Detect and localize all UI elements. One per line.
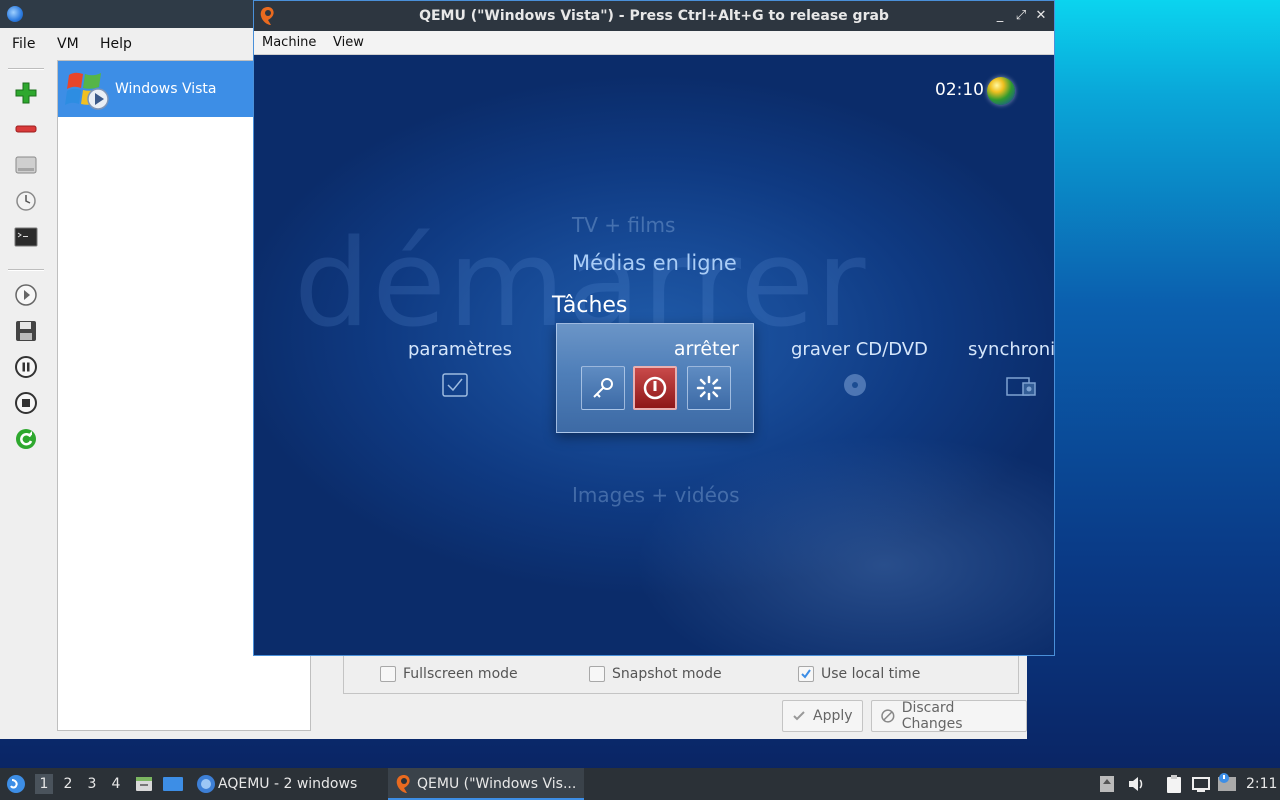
menu-medias-en-ligne[interactable]: Médias en ligne [572, 251, 737, 275]
vm-name: Windows Vista [115, 81, 217, 97]
maximize-button[interactable]: ⤢ [1014, 8, 1028, 23]
checkbox-box[interactable] [589, 666, 605, 682]
qemu-titlebar[interactable]: QEMU ("Windows Vista") - Press Ctrl+Alt+… [254, 1, 1054, 31]
remove-vm-button[interactable] [12, 115, 40, 143]
snapshot-label: Snapshot mode [612, 666, 722, 682]
clock-button[interactable] [12, 187, 40, 215]
guest-clock: 02:10 [935, 80, 984, 100]
apply-button[interactable]: Apply [782, 700, 863, 732]
file-manager-icon[interactable] [134, 774, 154, 794]
fullscreen-checkbox[interactable]: Fullscreen mode [380, 666, 518, 682]
fullscreen-label: Fullscreen mode [403, 666, 518, 682]
add-vm-button[interactable] [12, 79, 40, 107]
stop-icon [15, 392, 37, 414]
start-vm-button[interactable] [12, 281, 40, 309]
windows-orb-icon[interactable] [987, 77, 1015, 105]
disc-icon [844, 374, 866, 396]
disk-button[interactable] [12, 151, 40, 179]
discard-label: Discard Changes [901, 700, 963, 732]
settings-check-icon [442, 373, 468, 397]
qemu-window-title: QEMU ("Windows Vista") - Press Ctrl+Alt+… [419, 8, 889, 24]
workspace-3[interactable]: 3 [83, 776, 101, 792]
checkmark-icon [801, 669, 811, 679]
workspace-2[interactable]: 2 [59, 776, 77, 792]
local-time-label: Use local time [821, 666, 921, 682]
strip-synchroniser[interactable]: synchronis [968, 339, 1054, 360]
workspace-4[interactable]: 4 [107, 776, 125, 792]
desktop-icon[interactable] [162, 774, 184, 794]
power-tile[interactable] [633, 366, 677, 410]
strip-graver-cd-dvd[interactable]: graver CD/DVD [791, 339, 928, 360]
taskbar-clock: 2:11 [1246, 776, 1278, 792]
task-aqemu[interactable]: AQEMU - 2 windows [218, 776, 357, 792]
menu-taches[interactable]: Tâches [552, 293, 627, 318]
restart-tile[interactable] [687, 366, 731, 410]
aqemu-logo-icon [7, 6, 23, 22]
menu-help[interactable]: Help [100, 36, 132, 52]
checkbox-box[interactable] [798, 666, 814, 682]
strip-arreter[interactable]: arrêter [674, 338, 739, 360]
tasks-selection-panel[interactable]: arrêter [556, 323, 754, 433]
apply-label: Apply [813, 708, 853, 724]
network-icon[interactable] [1191, 774, 1211, 794]
restart-icon [696, 375, 722, 401]
toolbar-separator [8, 269, 44, 271]
terminal-icon [14, 227, 38, 247]
background-glow [634, 435, 1054, 655]
stop-vm-button[interactable] [12, 389, 40, 417]
add-vm-icon [15, 82, 37, 104]
start-menu-icon[interactable] [6, 774, 26, 794]
aqemu-toolbar [0, 60, 52, 739]
windows-vista-icon [65, 72, 109, 110]
check-icon [793, 711, 805, 721]
toolbar-separator [8, 68, 44, 70]
menu-view[interactable]: View [333, 35, 364, 50]
aqemu-task-icon [197, 775, 215, 793]
save-vm-button[interactable] [12, 317, 40, 345]
discard-changes-button[interactable]: Discard Changes [871, 700, 1027, 732]
menu-images-videos[interactable]: Images + vidéos [572, 483, 740, 507]
qemu-task-icon [396, 775, 410, 793]
menu-tv-films[interactable]: TV + films [572, 213, 675, 237]
close-button[interactable]: ✕ [1034, 8, 1048, 23]
strip-parametres[interactable]: paramètres [408, 339, 512, 360]
qemu-menubar: Machine View [254, 31, 1054, 55]
qemu-window: QEMU ("Windows Vista") - Press Ctrl+Alt+… [253, 0, 1055, 656]
cancel-icon [881, 709, 895, 723]
workspace-1[interactable]: 1 [35, 774, 53, 794]
terminal-button[interactable] [12, 223, 40, 251]
key-icon [593, 378, 613, 398]
tray-updates-icon[interactable] [1099, 775, 1115, 793]
menu-file[interactable]: File [12, 36, 35, 52]
checkbox-box[interactable] [380, 666, 396, 682]
save-icon [16, 321, 36, 341]
pause-icon [15, 356, 37, 378]
pause-vm-button[interactable] [12, 353, 40, 381]
local-time-checkbox[interactable]: Use local time [798, 666, 920, 682]
power-icon [643, 376, 667, 400]
volume-icon[interactable] [1127, 775, 1145, 793]
task-qemu[interactable]: QEMU ("Windows Vis... [417, 776, 576, 792]
remove-vm-icon [15, 125, 37, 133]
start-icon [15, 284, 37, 306]
taskbar: 1 2 3 4 AQEMU - 2 windows QEMU ("Windows… [0, 768, 1280, 800]
snapshot-checkbox[interactable]: Snapshot mode [589, 666, 722, 682]
notification-icon[interactable] [1217, 772, 1237, 794]
clipboard-icon[interactable] [1164, 774, 1184, 794]
menu-machine[interactable]: Machine [262, 35, 316, 50]
sync-device-icon [1006, 377, 1036, 396]
lock-tile[interactable] [581, 366, 625, 410]
clock-icon [16, 191, 36, 211]
menu-vm[interactable]: VM [57, 36, 79, 52]
guest-screen[interactable]: démarrer 02:10 TV + films Médias en lign… [254, 55, 1054, 655]
reset-icon [16, 429, 36, 449]
reset-vm-button[interactable] [12, 425, 40, 453]
disk-icon [15, 156, 37, 174]
minimize-button[interactable]: _ [993, 8, 1007, 23]
